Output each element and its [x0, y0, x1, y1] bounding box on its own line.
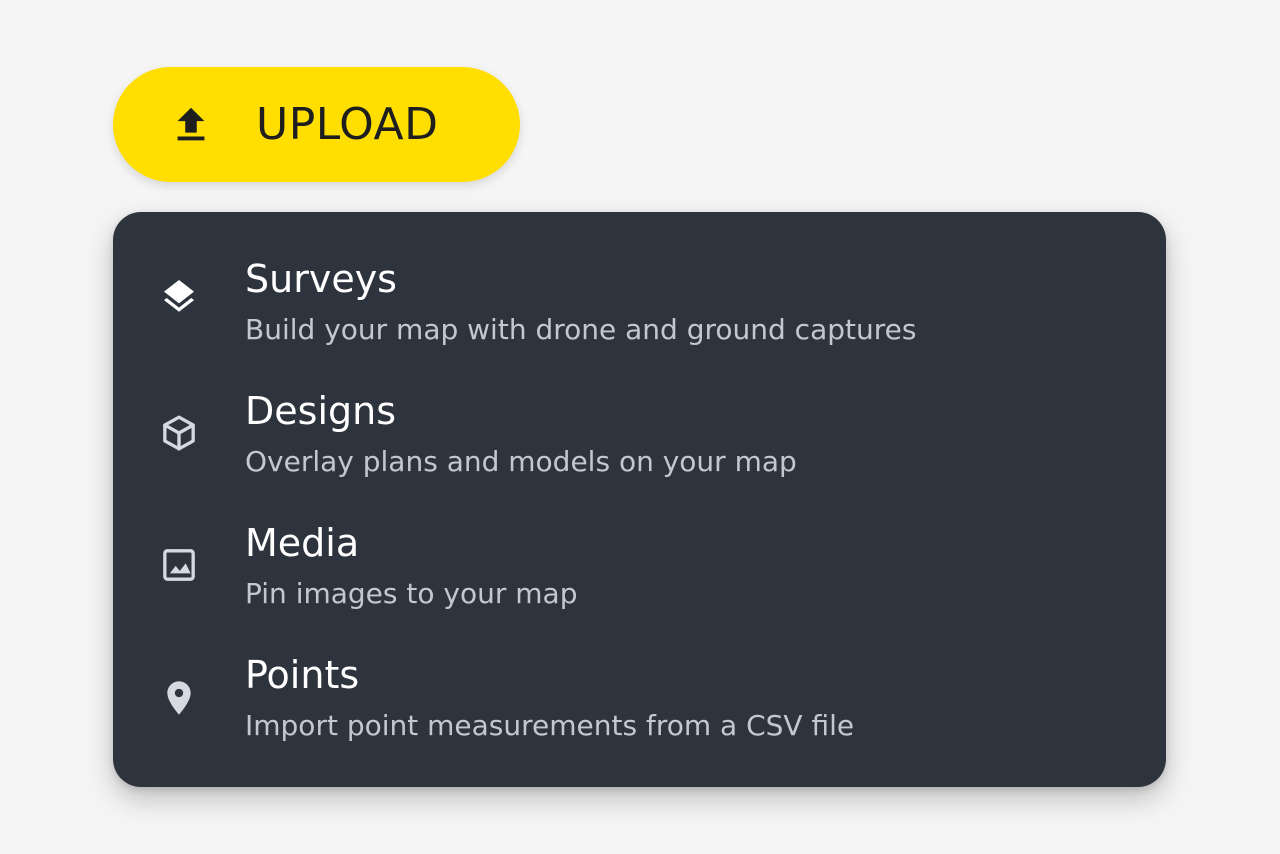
menu-item-points[interactable]: Points Import point measurements from a … — [113, 636, 1166, 768]
menu-item-description: Import point measurements from a CSV fil… — [245, 709, 855, 742]
menu-item-media[interactable]: Media Pin images to your map — [113, 504, 1166, 636]
menu-item-description: Build your map with drone and ground cap… — [245, 313, 917, 346]
menu-item-title: Surveys — [245, 257, 397, 301]
menu-item-description: Pin images to your map — [245, 577, 578, 610]
menu-item-surveys[interactable]: Surveys Build your map with drone and gr… — [113, 240, 1166, 372]
image-icon — [157, 543, 201, 587]
menu-item-title: Designs — [245, 389, 396, 433]
menu-item-description: Overlay plans and models on your map — [245, 445, 797, 478]
upload-label: UPLOAD — [256, 98, 439, 150]
layers-icon — [157, 278, 201, 322]
upload-icon — [168, 102, 214, 148]
menu-item-title: Media — [245, 521, 360, 565]
upload-button[interactable]: UPLOAD — [113, 67, 520, 182]
menu-item-title: Points — [245, 653, 360, 697]
menu-item-designs[interactable]: Designs Overlay plans and models on your… — [113, 372, 1166, 504]
location-pin-icon — [157, 676, 201, 720]
cube-icon — [157, 411, 201, 455]
upload-menu: Surveys Build your map with drone and gr… — [113, 212, 1166, 787]
